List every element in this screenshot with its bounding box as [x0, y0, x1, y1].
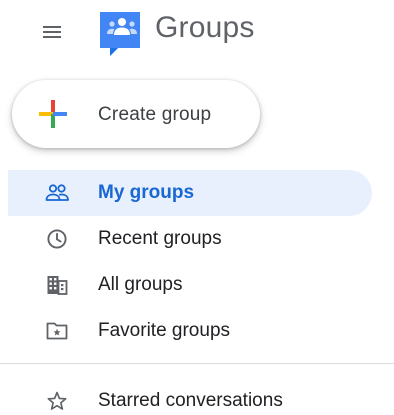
- people-icon: [44, 181, 70, 205]
- create-group-label: Create group: [98, 104, 212, 125]
- app-title: Groups: [155, 11, 255, 44]
- main-menu-button[interactable]: [30, 14, 74, 50]
- nav-item-label: My groups: [98, 182, 195, 203]
- clock-icon: [44, 227, 70, 251]
- groups-logo-icon: [100, 12, 140, 56]
- multicolor-plus-icon: [39, 100, 67, 128]
- nav-item-all-groups[interactable]: All groups: [0, 262, 394, 308]
- hamburger-menu-icon: [43, 26, 61, 38]
- create-group-button[interactable]: Create group: [12, 80, 260, 148]
- nav-divider: [0, 363, 394, 364]
- nav-item-starred-conversations[interactable]: Starred conversations: [0, 378, 394, 415]
- app-header: Groups: [0, 0, 394, 64]
- star-outline-icon: [44, 389, 70, 413]
- nav-item-label: Favorite groups: [98, 320, 231, 341]
- nav-item-favorite-groups[interactable]: Favorite groups: [0, 308, 394, 354]
- nav-item-recent-groups[interactable]: Recent groups: [0, 216, 394, 262]
- nav-item-label: Starred conversations: [98, 390, 283, 411]
- groups-app: Groups Create group My groups Recent gro…: [0, 0, 394, 415]
- nav-item-label: All groups: [98, 274, 183, 295]
- building-icon: [44, 273, 70, 297]
- nav-item-label: Recent groups: [98, 228, 222, 249]
- nav-item-my-groups[interactable]: My groups: [0, 170, 394, 216]
- folder-star-icon: [44, 319, 70, 343]
